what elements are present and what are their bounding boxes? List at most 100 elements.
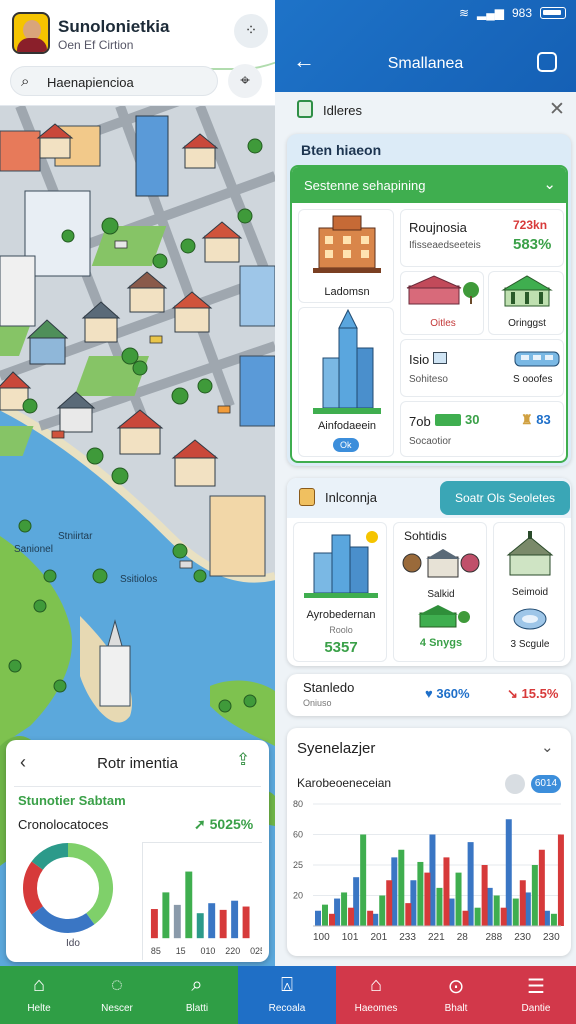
city-icon xyxy=(304,531,378,598)
y-tick-label: 80 xyxy=(293,799,303,809)
hall-tile[interactable]: Oringgst xyxy=(488,271,564,335)
bar xyxy=(436,887,443,926)
region-card-subtitle: Stunotier Sabtam xyxy=(18,793,126,808)
building-tile[interactable]: Ladomsn xyxy=(298,209,394,303)
stat-tile[interactable]: Roujnosia Ifisseaedseeteis 723kn 583% xyxy=(400,209,564,267)
info-card-header: Inlconnja Soatr Ols Seoletes xyxy=(287,478,571,518)
stat-row-subtitle: Oniuso xyxy=(303,698,332,708)
tile-title: Sohtidis xyxy=(404,529,447,543)
nav-item-haeomes[interactable]: ⌂ Haeomes xyxy=(336,966,416,1024)
progress-tile[interactable]: 7ob 30 Socaotior ♜ 83 xyxy=(400,401,564,457)
market-icon xyxy=(406,275,479,305)
info-card-title: Inlconnja xyxy=(325,490,378,505)
signal-icon: ▂▄▆ xyxy=(477,6,504,20)
bar xyxy=(162,892,170,939)
wifi-icon: ≋ xyxy=(458,6,469,20)
community-tile[interactable]: Sohtidis Salkid 4 Snygs xyxy=(393,522,487,662)
thumbs-up-icon: ♥ xyxy=(425,686,433,701)
bar xyxy=(405,903,412,926)
y-tick-label: 25 xyxy=(293,860,303,870)
nav-item-recoala[interactable]: ⍓ Recoala xyxy=(238,966,336,1024)
chart-badge: 6014 xyxy=(531,775,561,793)
share-icon[interactable] xyxy=(537,52,557,72)
stat-row[interactable]: Stanledo Oniuso ♥ 360% ↘ 15.5% xyxy=(287,674,571,716)
bar xyxy=(329,913,335,926)
avatar[interactable] xyxy=(12,12,50,54)
region-card-title: Rotr imentia xyxy=(97,755,178,772)
x-tick-label: 28 xyxy=(457,932,469,943)
tile-value-blue: ♜ 83 xyxy=(521,412,551,427)
summary-dropdown[interactable]: Sestenne sehapining ⌄ xyxy=(292,167,566,203)
bar xyxy=(550,913,557,926)
x-tick-label: 101 xyxy=(342,932,359,943)
summary-card-header: Bten hiaeon xyxy=(301,142,382,158)
bar xyxy=(386,880,393,926)
temple-icon xyxy=(506,531,554,576)
skyscraper-icon xyxy=(313,308,381,414)
bar xyxy=(424,872,431,926)
nav-item-dantie[interactable]: ☰ Dantie xyxy=(496,966,576,1024)
progress-bar xyxy=(435,414,461,426)
bar xyxy=(367,910,374,926)
stadium-icon xyxy=(513,608,547,630)
chevron-down-icon[interactable]: ⌄ xyxy=(541,738,554,756)
shield-icon xyxy=(297,100,313,118)
summary-dropdown-panel: Sestenne sehapining ⌄ Ladomsn Ainfodaeei… xyxy=(290,165,568,463)
tile-title: Isio xyxy=(409,352,447,367)
map-label: Stniirtar xyxy=(58,531,93,542)
close-icon[interactable]: ✕ xyxy=(549,98,565,121)
market-tile[interactable]: Oitles xyxy=(400,271,484,335)
transit-tile[interactable]: Isio Sohiteso S ooofes xyxy=(400,339,564,397)
heart-icon[interactable] xyxy=(505,774,525,794)
city-tile[interactable]: Ayrobedernan Roolo 5357 xyxy=(293,522,387,662)
menu-icon: ☰ xyxy=(527,976,545,998)
metric-value: ➚ 5025% xyxy=(194,816,254,832)
locate-button[interactable]: ⌖ xyxy=(228,64,262,98)
nav-item-label: Nescer xyxy=(101,1003,133,1014)
bar xyxy=(150,909,158,939)
nav-item-bhalt[interactable]: ⊙ Bhalt xyxy=(416,966,496,1024)
donut-slice xyxy=(23,861,44,915)
chat-icon: ◌ xyxy=(111,974,123,996)
tile-value-green: 30 xyxy=(465,412,480,427)
map-label: Sanionel xyxy=(14,544,53,555)
bar xyxy=(208,903,216,939)
nav-item-helte[interactable]: ⌂ Helte xyxy=(0,966,78,1024)
x-tick-label: 230 xyxy=(543,932,560,943)
divider xyxy=(14,786,261,787)
select-services-button[interactable]: Soatr Ols Seoletes xyxy=(440,481,570,515)
nav-item-label: Helte xyxy=(27,1003,51,1014)
battery-icon xyxy=(540,7,566,19)
map-label: Ssitiolos xyxy=(120,574,158,585)
more-options-button[interactable]: ⁘ xyxy=(234,14,268,48)
export-icon[interactable]: ⇪ xyxy=(236,750,250,770)
temple-tile[interactable]: Seimoid 3 Scgule xyxy=(493,522,565,662)
y-tick-label: 20 xyxy=(293,891,303,901)
chart-card-title: Syenelazjer xyxy=(297,740,376,757)
nav-item-blatti[interactable]: ⌕ Blatti xyxy=(156,966,238,1024)
hall-icon xyxy=(501,275,553,307)
search-input[interactable]: ⌕ Haenapiencioa xyxy=(10,66,218,96)
nav-item-nescer[interactable]: ◌ Nescer xyxy=(78,966,156,1024)
summary-dropdown-label: Sestenne sehapining xyxy=(304,178,426,193)
bar xyxy=(512,898,519,926)
nav-item-label: Dantie xyxy=(521,1003,551,1014)
pin-icon: ⊙ xyxy=(447,976,465,998)
tile-title: 7ob xyxy=(409,414,431,429)
bar xyxy=(538,849,545,926)
bar xyxy=(493,895,500,926)
tile-value-green: 583% xyxy=(513,236,552,253)
tile-subtitle: Salkid xyxy=(427,589,455,600)
bar xyxy=(360,834,367,926)
tick-label: 85 xyxy=(151,946,161,956)
search-icon: ⌕ xyxy=(191,974,203,996)
top-app-bar: ≋ ▂▄▆ 983 ← Smallanea xyxy=(275,0,576,92)
screen-title: Smallanea xyxy=(387,55,464,72)
tick-label: 025 xyxy=(250,946,262,956)
region-card: ‹ Rotr imentia ⇪ Stunotier Sabtam Cronol… xyxy=(6,740,269,962)
bar xyxy=(417,861,424,926)
tile-caption: Oitles xyxy=(430,318,456,329)
tile-caption: Seimoid xyxy=(511,587,549,598)
tile-caption: Ayrobedernan xyxy=(306,609,376,621)
skyscraper-tile[interactable]: Ainfodaeein Ok xyxy=(298,307,394,457)
